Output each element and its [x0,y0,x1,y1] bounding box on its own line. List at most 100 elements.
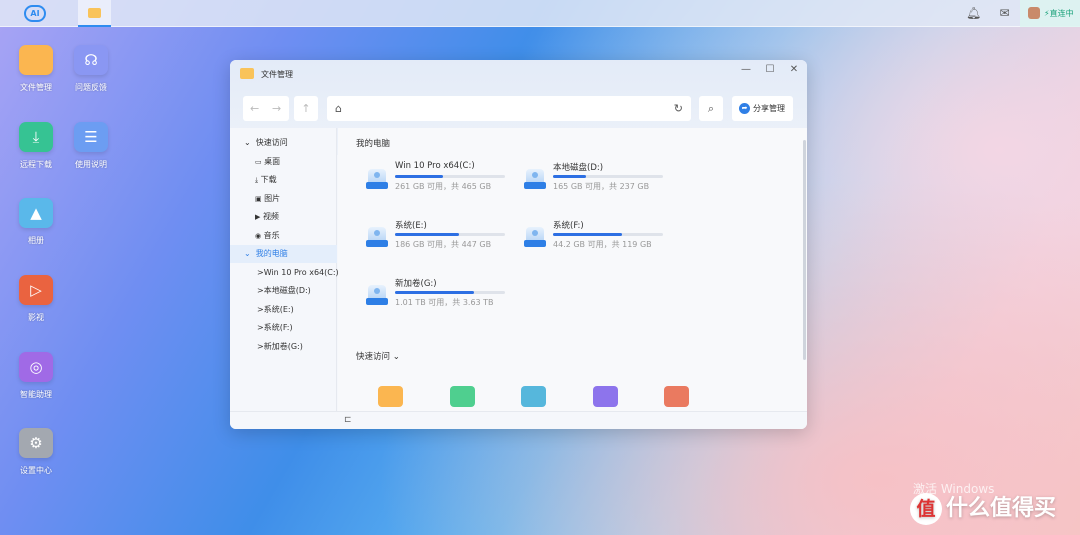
app-icon: ☰ [74,122,108,152]
search-button[interactable]: ⌕ [699,96,723,121]
hard-drive-icon [366,169,388,189]
app-icon: ☊ [74,45,108,75]
home-icon[interactable]: ⌂ [335,96,342,121]
drive-name: 系统(F:) [553,221,584,231]
drive-space: 186 GB 可用，共 447 GB [395,240,492,249]
taskbar-file-manager[interactable] [78,0,111,27]
app-icon: ⤓ [19,122,53,152]
图片-icon: ▣ [255,194,262,203]
desktop-icon-label: 设置中心 [20,466,52,475]
桌面-icon: ▭ [255,157,262,166]
desktop-icon[interactable]: ▷ 影视 [8,275,64,323]
user-status[interactable]: ⚡直连中 [1020,0,1080,27]
minimize-button[interactable]: — [739,63,753,77]
sidebar-my-computer[interactable]: ⌄ 我的电脑 [230,245,337,263]
hard-drive-icon [524,169,546,189]
download-folder-icon[interactable] [449,386,475,407]
drive-item[interactable]: 系统(F:) 44.2 GB 可用，共 119 GB [524,219,674,255]
sidebar-drive[interactable]: >新加卷(G:) [230,338,337,356]
app-icon: ⚙ [19,428,53,458]
desktop-icon[interactable]: ▲ 相册 [8,198,64,246]
share-manage-button[interactable]: ➦ 分享管理 [732,96,793,121]
folder-icon [88,8,101,18]
desktop-icon-label: 问题反馈 [75,83,107,92]
app-icon: ▲ [19,198,53,228]
app-icon: ◎ [19,352,53,382]
desktop-icon-label: 使用说明 [75,160,107,169]
sidebar-item[interactable]: ⤓ 下载 [230,171,337,189]
drive-item[interactable]: 本地磁盘(D:) 165 GB 可用，共 237 GB [524,161,674,197]
folder-folder-icon[interactable] [378,386,403,407]
nav-buttons: ← → [243,96,289,121]
sidebar-quick-access[interactable]: ⌄ 快速访问 [230,134,337,152]
drive-usage-bar [395,175,505,178]
drive-space: 261 GB 可用，共 465 GB [395,182,492,191]
hard-drive-icon [366,227,388,247]
scrollbar[interactable] [803,140,806,360]
desktop-icon[interactable]: ⤓ 远程下载 [8,122,64,170]
drive-space: 1.01 TB 可用，共 3.63 TB [395,298,494,307]
drive-space: 44.2 GB 可用，共 119 GB [553,240,652,249]
hard-drive-icon [366,285,388,305]
desktop-icon[interactable]: ⚙ 设置中心 [8,428,64,476]
视频-icon: ▶ [255,213,261,221]
desktop-icon-label: 相册 [28,236,44,245]
sidebar-item[interactable]: ▭ 桌面 [230,153,337,171]
quick-access-toggle[interactable]: 快速访问 ⌄ [356,350,400,362]
sidebar-drive[interactable]: >系统(E:) [230,301,337,319]
bell-icon[interactable]: 🔔︎ [966,7,981,20]
drive-item[interactable]: Win 10 Pro x64(C:) 261 GB 可用，共 465 GB [366,161,516,197]
app-icon: ▷ [19,275,53,305]
app-icon [19,45,53,75]
close-button[interactable]: ✕ [787,63,801,77]
drive-name: 新加卷(G:) [395,279,437,289]
back-button[interactable]: ← [250,96,259,121]
sidebar-item[interactable]: ▶ 视频 [230,208,337,226]
folder-icon [240,68,254,79]
hard-drive-icon [524,227,546,247]
sidebar-drive[interactable]: >本地磁盘(D:) [230,282,337,300]
desktop-icon-label: 远程下载 [20,160,52,169]
sidebar-item[interactable]: ◉ 音乐 [230,227,337,245]
brand-watermark: 值什么值得买 [910,490,1056,525]
forward-button[interactable]: → [272,96,281,121]
address-bar[interactable]: ⌂ ↻ [327,96,691,121]
drive-usage-bar [395,291,505,294]
app-logo[interactable]: AI [24,5,46,22]
status-bar: ⊏ [230,411,807,429]
drive-name: 系统(E:) [395,221,427,231]
desktop-icon-label: 影视 [28,313,44,322]
desktop-icon[interactable]: 文件管理 [8,45,64,93]
window-title: 文件管理 [261,70,293,79]
music-folder-icon[interactable] [664,386,689,407]
video-folder-icon[interactable] [592,386,618,407]
up-button[interactable]: ↑ [294,96,318,121]
sidebar-item[interactable]: ▣ 图片 [230,190,337,208]
sidebar-toggle-icon[interactable]: ⊏ [344,415,352,425]
drive-item[interactable]: 系统(E:) 186 GB 可用，共 447 GB [366,219,516,255]
drive-name: 本地磁盘(D:) [553,163,604,173]
file-manager-window: 文件管理 — ☐ ✕ ← → ↑ ⌂ ↻ ⌕ ➦ 分享管理 ⌄ 快速访问 ▭ 桌面… [230,60,807,429]
desktop-icon[interactable]: ☰ 使用说明 [63,122,119,170]
inbox-icon[interactable]: ✉ [998,7,1011,20]
connection-status: ⚡直连中 [1044,9,1074,18]
desktop-icon-label: 智能助理 [20,390,52,399]
refresh-button[interactable]: ↻ [674,96,683,121]
desktop-icon[interactable]: ☊ 问题反馈 [63,45,119,93]
drive-item[interactable]: 新加卷(G:) 1.01 TB 可用，共 3.63 TB [366,277,516,313]
taskbar: AI 🔔︎ ✉ ⚡直连中 [0,0,1080,27]
音乐-icon: ◉ [255,231,262,240]
picture-folder-icon[interactable] [521,386,546,407]
drive-usage-bar [553,233,663,236]
sidebar-drive[interactable]: >系统(F:) [230,319,337,337]
drive-name: Win 10 Pro x64(C:) [395,161,475,171]
下载-icon: ⤓ [255,176,259,184]
drive-usage-bar [395,233,505,236]
sidebar: ⌄ 快速访问 ▭ 桌面 ⤓ 下载 ▣ 图片 ▶ 视频 ◉ 音乐 ⌄ 我的电脑 >Win 10 … [230,128,339,411]
avatar [1028,7,1040,19]
maximize-button[interactable]: ☐ [763,63,777,77]
desktop-icon-label: 文件管理 [20,83,52,92]
section-title: 我的电脑 [356,139,391,149]
desktop-icon[interactable]: ◎ 智能助理 [8,352,64,400]
sidebar-drive[interactable]: >Win 10 Pro x64(C:) [230,264,339,282]
